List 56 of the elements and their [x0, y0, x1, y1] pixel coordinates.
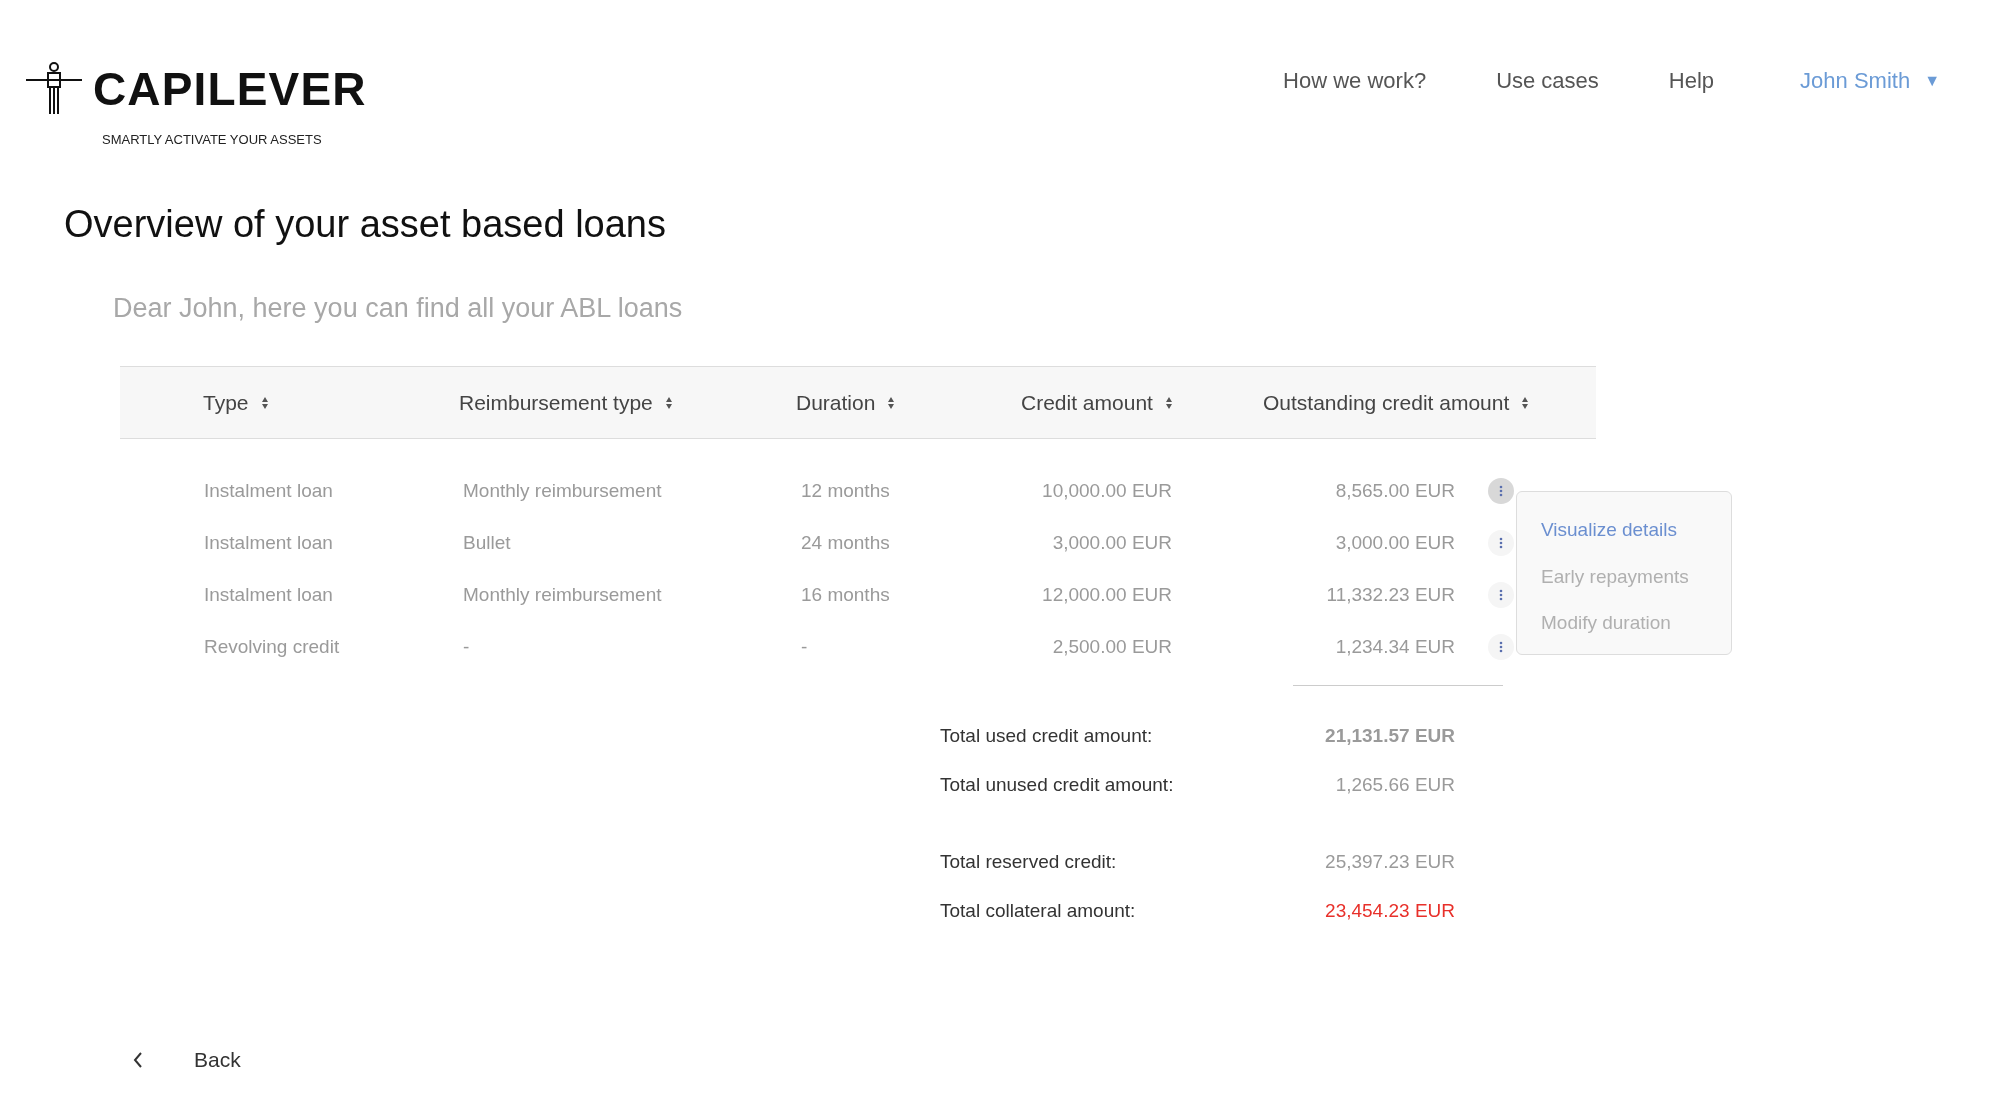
- column-header[interactable]: Type: [203, 386, 459, 419]
- column-header[interactable]: Duration: [796, 386, 1021, 419]
- table-cell-text: 1,234.34 EUR: [1334, 635, 1456, 659]
- total-label: Total reserved credit:: [940, 850, 1117, 875]
- sort-icon: [260, 395, 269, 410]
- total-label: Total unused credit amount:: [940, 773, 1174, 798]
- table-cell-text: -: [800, 635, 809, 659]
- total-value: 23,454.23 EUR: [1325, 899, 1455, 924]
- sort-icon: [887, 395, 896, 410]
- table-cell-text: 11,332.23 EUR: [1325, 583, 1456, 607]
- table-cell-text: Instalment loan: [203, 583, 334, 607]
- table-cell-text: Monthly reimbursement: [462, 479, 663, 503]
- table-cell-text: 3,000.00 EUR: [1334, 531, 1456, 555]
- vertical-dots-icon: [1499, 485, 1503, 498]
- table-cell-text: Instalment loan: [203, 531, 334, 555]
- brand-tagline: SMARTLY ACTIVATE YOUR ASSETS: [102, 131, 323, 149]
- nav-link[interactable]: Use cases: [1496, 64, 1599, 97]
- table-cell-text: Monthly reimbursement: [462, 583, 663, 607]
- table-cell-text: 3,000.00 EUR: [1051, 531, 1173, 555]
- vertical-dots-icon: [1499, 537, 1503, 550]
- table-cell-text: Instalment loan: [203, 479, 334, 503]
- total-value: 25,397.23 EUR: [1325, 850, 1455, 875]
- table-cell-text: 10,000.00 EUR: [1041, 479, 1173, 503]
- table-cell-text: 12,000.00 EUR: [1041, 583, 1173, 607]
- brand-logo-text: CAPILEVER: [93, 66, 367, 112]
- more-options-button[interactable]: [1488, 634, 1514, 661]
- back-link[interactable]: Back: [132, 1044, 241, 1076]
- page-title: Overview of your asset based loans: [64, 204, 667, 243]
- table-cell-text: Bullet: [462, 531, 512, 555]
- nav-link[interactable]: Help: [1668, 64, 1715, 97]
- table-cell-text: 24 months: [800, 531, 891, 555]
- total-label: Total used credit amount:: [940, 724, 1153, 749]
- page-subtitle: Dear John, here you can find all your ABL loans: [113, 291, 684, 325]
- sort-icon: [664, 395, 673, 410]
- table-cell-text: 12 months: [800, 479, 891, 503]
- vertical-dots-icon: [1499, 641, 1503, 654]
- logo-figure-icon: [25, 62, 83, 116]
- nav-link[interactable]: How we work?: [1283, 64, 1427, 97]
- more-options-button[interactable]: [1488, 478, 1514, 505]
- more-options-button[interactable]: [1488, 530, 1514, 557]
- sort-icon: [1521, 395, 1530, 410]
- vertical-dots-icon: [1499, 589, 1503, 602]
- total-label: Total collateral amount:: [940, 899, 1136, 924]
- table-cell-text: 16 months: [800, 583, 891, 607]
- more-options-button[interactable]: [1488, 582, 1514, 609]
- column-header[interactable]: Outstanding credit amount: [1263, 386, 1596, 419]
- sort-icon: [1164, 395, 1173, 410]
- total-value: 21,131.57 EUR: [1325, 724, 1455, 749]
- table-cell-text: -: [462, 635, 471, 659]
- column-header[interactable]: Reimbursement type: [459, 386, 796, 419]
- total-value: 1,265.66 EUR: [1335, 773, 1455, 798]
- chevron-left-icon: [132, 1050, 144, 1069]
- table-cell-text: Revolving credit: [203, 635, 341, 659]
- column-header[interactable]: Credit amount: [1021, 386, 1263, 419]
- table-cell-text: 8,565.00 EUR: [1334, 479, 1456, 503]
- table-cell-text: 2,500.00 EUR: [1051, 635, 1173, 659]
